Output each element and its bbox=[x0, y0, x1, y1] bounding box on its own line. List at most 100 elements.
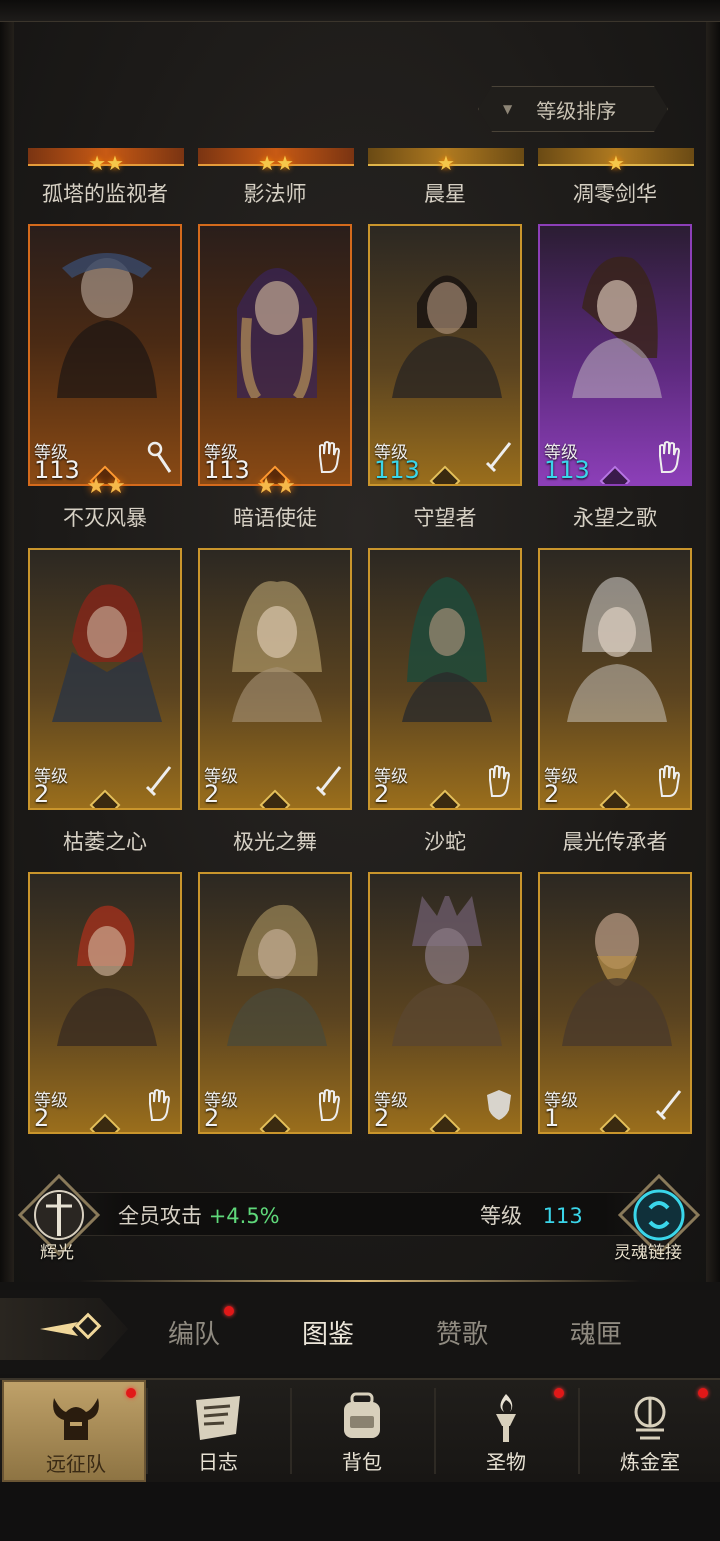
sword-icon bbox=[315, 766, 342, 797]
hero-card[interactable]: 等级 113 bbox=[198, 224, 352, 486]
section-divider bbox=[80, 1280, 640, 1282]
hand-icon bbox=[489, 765, 511, 797]
nav-label: 炼金室 bbox=[620, 1450, 680, 1474]
star-rank-icon: ★ bbox=[437, 151, 455, 175]
hero-card[interactable]: 等级 2 bbox=[368, 548, 522, 810]
hero-card[interactable]: 等级 2 bbox=[28, 872, 182, 1134]
level-value: 2 bbox=[374, 1104, 390, 1132]
tab-soul-box[interactable]: 魂匣 bbox=[570, 1314, 622, 1351]
nav-label: 圣物 bbox=[486, 1450, 526, 1474]
nav-log[interactable]: 日志 bbox=[146, 1380, 290, 1482]
tab-hymn[interactable]: 赞歌 bbox=[436, 1314, 488, 1351]
hero-card[interactable]: 等级 2 bbox=[368, 872, 522, 1134]
back-button[interactable] bbox=[0, 1298, 128, 1360]
level-value: 1 bbox=[544, 1104, 560, 1132]
hero-name: 影法师 bbox=[243, 182, 307, 206]
tab-codex[interactable]: 图鉴 bbox=[302, 1314, 354, 1351]
bottom-safe-area bbox=[0, 1482, 720, 1541]
hand-icon bbox=[319, 441, 341, 473]
sword-icon bbox=[655, 1090, 682, 1121]
hero-silhouette bbox=[227, 904, 327, 1046]
team-attack-bonus: 全员攻击 +4.5% bbox=[118, 1200, 280, 1230]
notification-dot bbox=[126, 1388, 136, 1398]
sword-icon bbox=[485, 442, 512, 473]
hero-silhouette bbox=[57, 905, 157, 1046]
hand-icon bbox=[319, 1089, 341, 1121]
level-value: 113 bbox=[34, 456, 80, 484]
hero-card[interactable]: 等级 113 bbox=[28, 224, 182, 486]
attack-label: 全员攻击 bbox=[118, 1204, 202, 1228]
hero-silhouette bbox=[572, 256, 662, 398]
hero-name: 暗语使徒 bbox=[233, 506, 317, 530]
hero-card[interactable]: 等级 113 bbox=[368, 224, 522, 486]
hero-name: 不灭风暴 bbox=[63, 506, 147, 530]
hero-card[interactable]: 等级 1 bbox=[538, 872, 692, 1134]
level-value: 2 bbox=[34, 780, 50, 808]
hero-silhouette bbox=[392, 896, 502, 1046]
level-value: 2 bbox=[34, 1104, 50, 1132]
level-label: 等级 bbox=[480, 1204, 522, 1228]
hero-card[interactable]: 等级 2 bbox=[198, 548, 352, 810]
notification-dot bbox=[224, 1306, 234, 1316]
nav-expedition[interactable]: 远征队 bbox=[2, 1380, 146, 1482]
star-rank-icon: ★★ bbox=[258, 151, 294, 175]
level-value: 2 bbox=[374, 780, 390, 808]
nav-label: 日志 bbox=[198, 1450, 238, 1474]
attack-value: +4.5% bbox=[208, 1204, 280, 1228]
hero-card[interactable]: 等级 2 bbox=[198, 872, 352, 1134]
arrow-left-icon bbox=[40, 1312, 102, 1340]
hero-silhouette bbox=[402, 577, 492, 722]
nav-label: 背包 bbox=[342, 1450, 382, 1474]
hero-silhouette bbox=[52, 584, 162, 722]
nav-backpack[interactable]: 背包 bbox=[290, 1380, 434, 1482]
star-rank-icon: ★★ bbox=[86, 474, 126, 499]
star-rank-icon: ★★ bbox=[88, 151, 124, 175]
hero-name: 沙蛇 bbox=[424, 830, 466, 854]
nav-label: 远征队 bbox=[46, 1452, 106, 1476]
hand-icon bbox=[659, 765, 681, 797]
shield-icon bbox=[487, 1090, 511, 1120]
sort-button-label: 等级排序 bbox=[536, 98, 617, 123]
hero-name: 凋零剑华 bbox=[573, 182, 657, 206]
hero-name: 孤塔的监视者 bbox=[42, 182, 168, 206]
hero-name: 永望之歌 bbox=[573, 506, 657, 530]
scroll-icon bbox=[196, 1396, 240, 1440]
tab-formation[interactable]: 编队 bbox=[168, 1314, 220, 1351]
level-value: 2 bbox=[544, 780, 560, 808]
hero-card[interactable]: 等级 113 bbox=[538, 224, 692, 486]
level-value: 113 bbox=[544, 456, 590, 484]
hero-silhouette bbox=[567, 577, 667, 722]
top-frame bbox=[0, 0, 720, 22]
level-value: 113 bbox=[542, 1204, 583, 1228]
hero-card[interactable]: 等级 2 bbox=[28, 548, 182, 810]
soul-link-level: 等级 113 bbox=[480, 1200, 583, 1230]
hero-name: 晨星 bbox=[424, 182, 466, 206]
hero-silhouette bbox=[562, 913, 672, 1046]
backpack-icon bbox=[344, 1392, 380, 1438]
notification-dot bbox=[698, 1388, 708, 1398]
sort-by-level-button[interactable]: ▼ 等级排序 bbox=[478, 86, 668, 132]
staff-icon bbox=[147, 441, 172, 473]
hero-name: 极光之舞 bbox=[233, 830, 317, 854]
hero-silhouette bbox=[232, 581, 322, 722]
horned-helmet-icon bbox=[53, 1398, 99, 1440]
hand-icon bbox=[659, 441, 681, 473]
hero-silhouette bbox=[237, 268, 317, 398]
bottom-navigation: 远征队 日志 背包 圣物 炼金室 bbox=[0, 1378, 720, 1482]
radiance-label: 辉光 bbox=[40, 1243, 74, 1263]
hero-silhouette bbox=[57, 253, 157, 398]
hero-name: 晨光传承者 bbox=[562, 830, 668, 854]
star-rank-icon: ★★ bbox=[256, 474, 296, 499]
hero-silhouette bbox=[392, 275, 502, 398]
hand-icon bbox=[149, 1089, 171, 1121]
notification-dot bbox=[554, 1388, 564, 1398]
level-value: 113 bbox=[204, 456, 250, 484]
right-frame bbox=[706, 22, 720, 1282]
soul-link-label: 灵魂链接 bbox=[614, 1243, 682, 1263]
level-value: 2 bbox=[204, 780, 220, 808]
dropdown-triangle-icon: ▼ bbox=[503, 102, 513, 116]
star-rank-icon: ★ bbox=[607, 151, 625, 175]
hero-card[interactable]: 等级 2 bbox=[538, 548, 692, 810]
level-value: 113 bbox=[374, 456, 420, 484]
level-value: 2 bbox=[204, 1104, 220, 1132]
